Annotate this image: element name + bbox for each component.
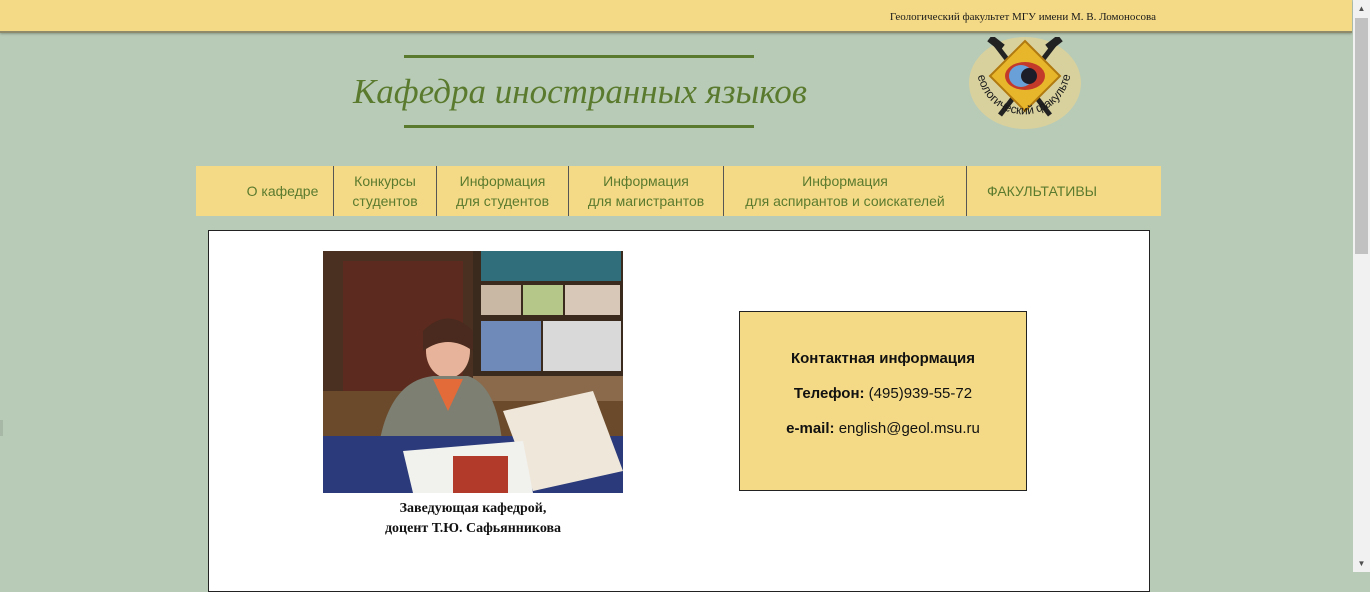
phone-row: Телефон: (495)939-55-72 xyxy=(740,385,1026,402)
email-label: e-mail: xyxy=(786,420,835,437)
scroll-down-icon[interactable]: ▼ xyxy=(1353,555,1370,572)
contact-box: Контактная информация Телефон: (495)939-… xyxy=(739,311,1027,491)
phone-value: (495)939-55-72 xyxy=(868,385,973,402)
nav-item-label: ФАКУЛЬТАТИВЫ xyxy=(987,183,1098,199)
email-link[interactable]: english@geol.msu.ru xyxy=(839,420,980,437)
head-of-department-photo xyxy=(323,251,623,493)
nav-item-contests[interactable]: Конкурсы студентов xyxy=(334,166,437,216)
faculty-logo[interactable]: Геологический факультет xyxy=(963,26,1084,133)
scroll-up-icon[interactable]: ▲ xyxy=(1353,0,1370,17)
nav-item-label: Информация для магистрантов xyxy=(587,173,705,209)
faculty-emblem-icon: Геологический факультет xyxy=(963,26,1081,129)
faculty-header-text: Геологический факультет МГУ имени М. В. … xyxy=(889,11,1156,23)
left-edge-marker xyxy=(0,420,3,436)
top-bar: Геологический факультет МГУ имени М. В. … xyxy=(0,0,1352,33)
nav-item-label: Конкурсы студентов xyxy=(352,173,418,209)
nav-item-electives[interactable]: ФАКУЛЬТАТИВЫ xyxy=(967,166,1161,216)
photo-caption: Заведующая кафедрой, доцент Т.Ю. Сафьянн… xyxy=(384,501,562,536)
nav-item-masters[interactable]: Информация для магистрантов xyxy=(569,166,724,216)
contact-heading: Контактная информация xyxy=(790,350,975,367)
title-line-top xyxy=(404,55,754,58)
phone-label: Телефон: xyxy=(793,385,865,402)
nav-item-about[interactable]: О кафедре xyxy=(196,166,334,216)
nav-item-label: Информация для студентов xyxy=(455,173,550,209)
nav-item-postgraduates[interactable]: Информация для аспирантов и соискателей xyxy=(724,166,967,216)
scrollbar-thumb[interactable] xyxy=(1355,18,1368,254)
page-title: Кафедра иностранных языков xyxy=(353,72,807,111)
nav-item-label: О кафедре xyxy=(246,183,319,199)
nav-item-students[interactable]: Информация для студентов xyxy=(437,166,569,216)
vertical-scrollbar[interactable]: ▲ ▼ xyxy=(1353,0,1370,572)
main-content: Заведующая кафедрой, доцент Т.Ю. Сафьянн… xyxy=(208,230,1150,592)
email-row: e-mail: english@geol.msu.ru xyxy=(740,420,1026,437)
title-line-bottom xyxy=(404,125,754,128)
nav-item-label: Информация для аспирантов и соискателей xyxy=(745,173,945,209)
main-nav: О кафедре Конкурсы студентов Информация … xyxy=(196,166,1161,216)
